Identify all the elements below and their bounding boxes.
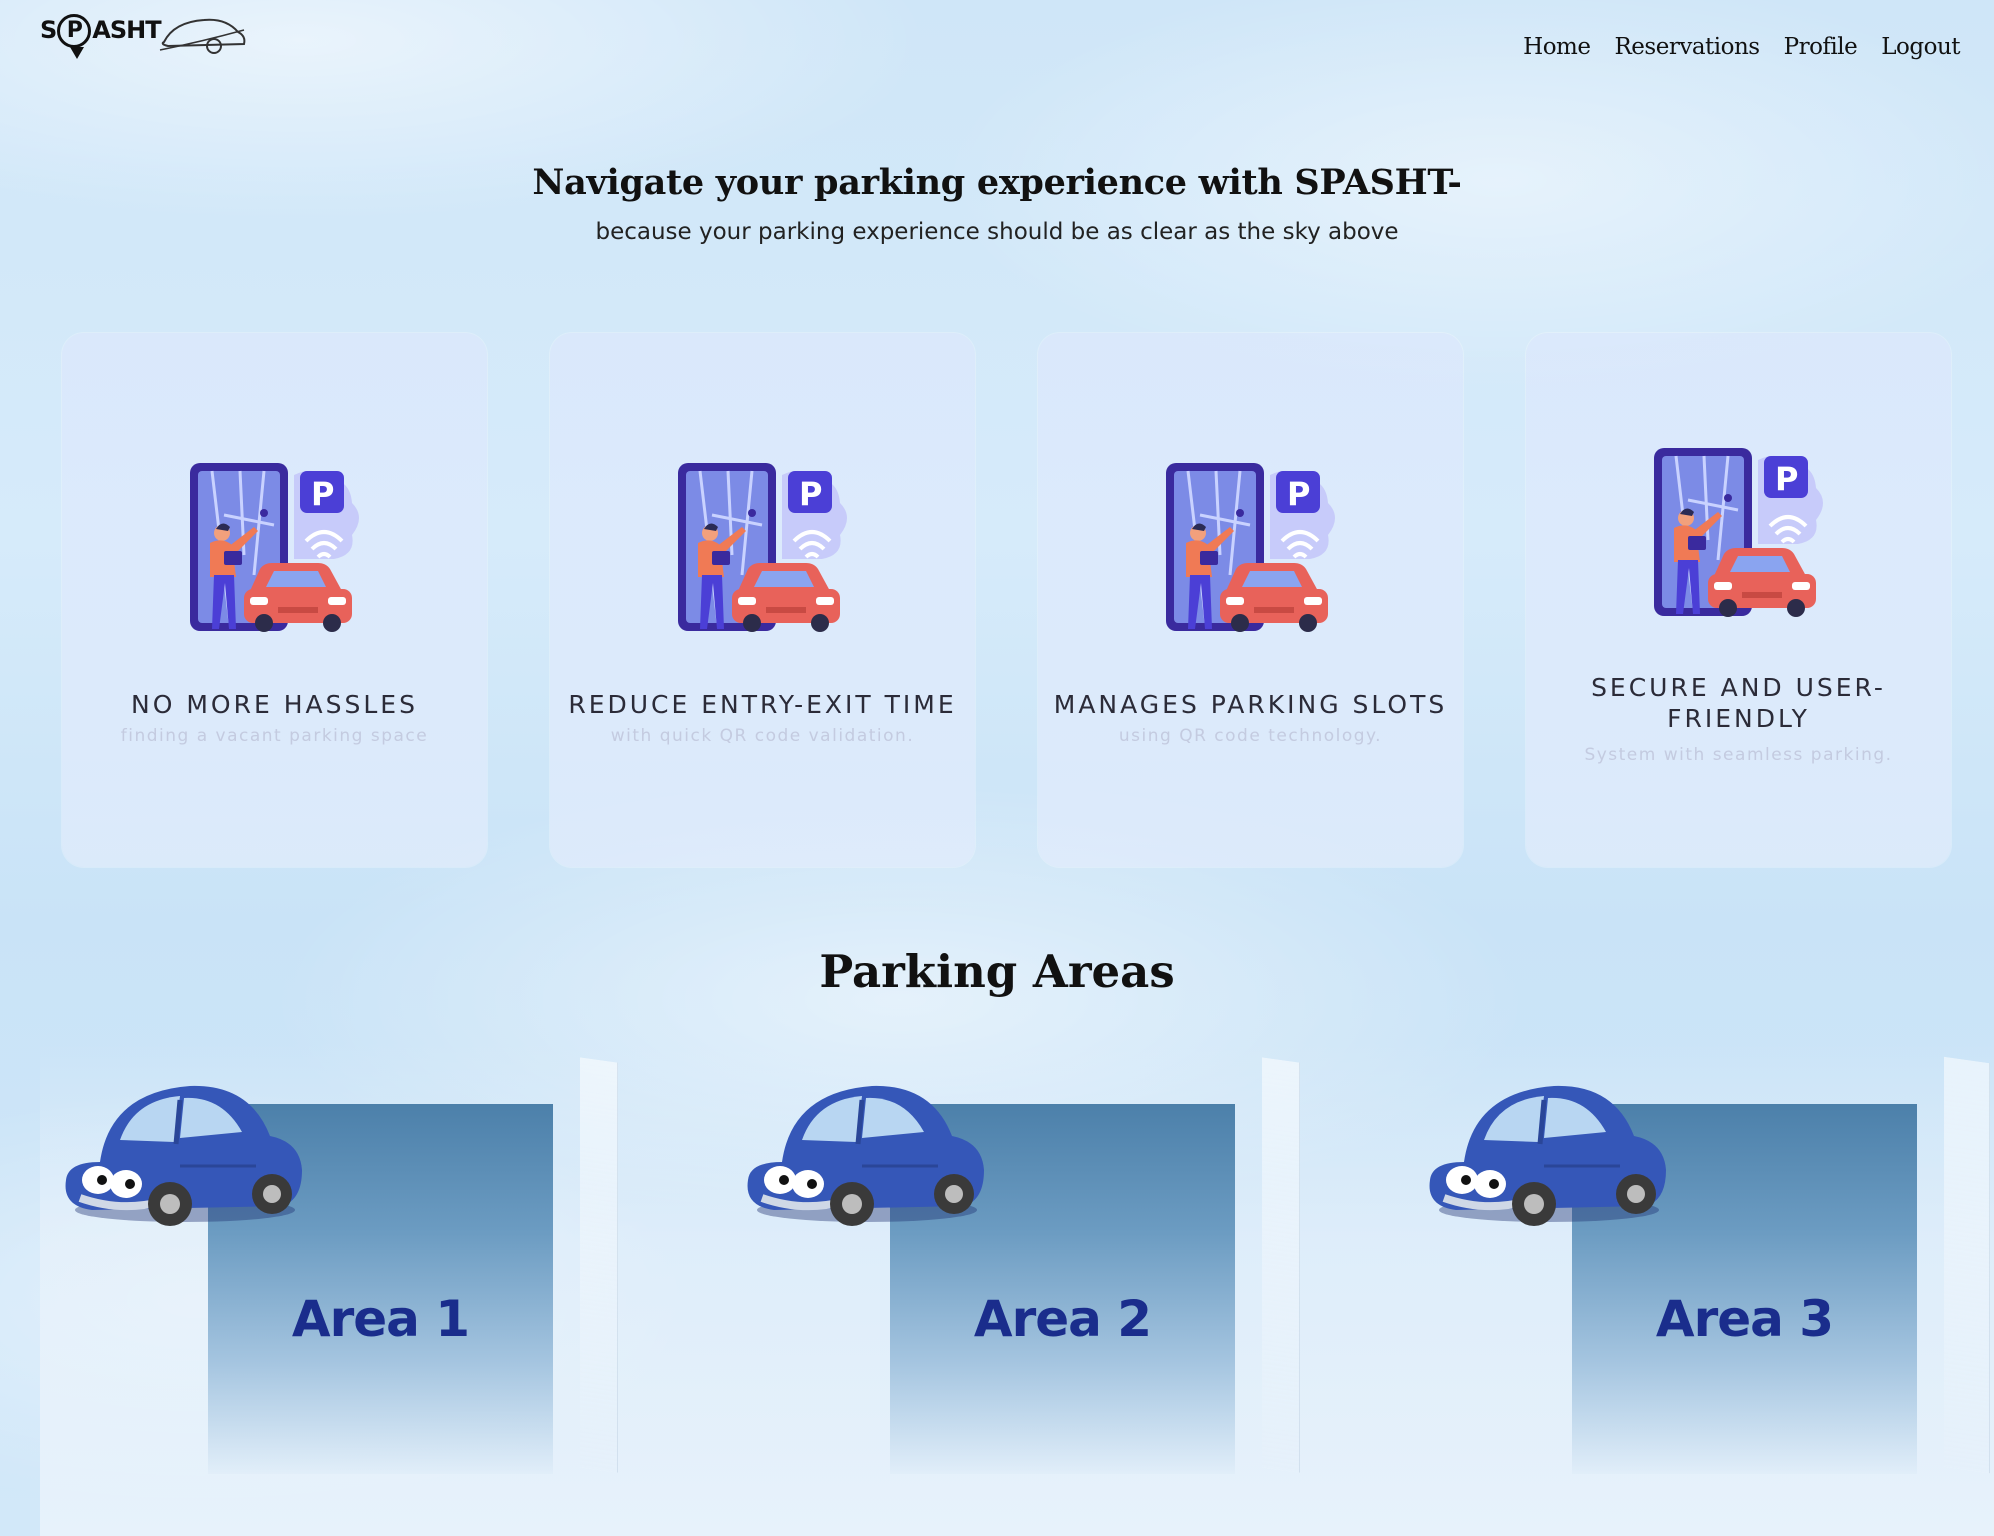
nav-home-link[interactable]: Home [1523, 34, 1591, 60]
feature-card-no-more-hassles: NO MORE HASSLES finding a vacant parking… [62, 333, 487, 867]
parking-areas-title: Parking Areas [819, 945, 1175, 998]
parking-area-card-2[interactable]: Area 2 [742, 1070, 1235, 1474]
hero-title: Navigate your parking experience with SP… [532, 162, 1462, 203]
area-label: Area 1 [291, 1290, 470, 1348]
smart-parking-illustration-icon [1648, 440, 1828, 620]
feature-description: with quick QR code validation. [610, 726, 915, 746]
logo-car-icon [159, 18, 246, 54]
brand-logo[interactable]: S P ASHT [40, 6, 250, 62]
nav-profile-link[interactable]: Profile [1784, 34, 1858, 60]
feature-description: finding a vacant parking space [120, 726, 429, 746]
blue-car-icon [1424, 1070, 1674, 1230]
parking-area-card-3[interactable]: Area 3 [1424, 1070, 1917, 1474]
brand-letter-p: P [66, 18, 83, 43]
smart-parking-illustration-icon [184, 455, 364, 635]
blue-car-icon [60, 1070, 310, 1230]
smart-parking-illustration-icon [672, 455, 852, 635]
brand-wordmark: S P ASHT [40, 14, 162, 59]
feature-title: NO MORE HASSLES [131, 690, 418, 719]
feature-card-manages-parking-slots: MANAGES PARKING SLOTS using QR code tech… [1038, 333, 1463, 867]
feature-description: System with seamless parking. [1584, 745, 1893, 765]
feature-title: REDUCE ENTRY-EXIT TIME [568, 690, 957, 719]
smart-parking-illustration-icon [1160, 455, 1340, 635]
area-label: Area 3 [1655, 1290, 1834, 1348]
parking-area-card-1[interactable]: Area 1 [60, 1070, 553, 1474]
parking-pin-icon: P [57, 14, 92, 59]
carousel-ghost-card [1262, 1057, 1300, 1473]
carousel-ghost-card [1944, 1056, 1990, 1474]
nav-reservations-link[interactable]: Reservations [1614, 34, 1760, 60]
brand-letters-rest: ASHT [92, 16, 161, 44]
brand-letter-s: S [40, 16, 57, 44]
hero-subtitle: because your parking experience should b… [595, 219, 1399, 245]
feature-card-secure-user-friendly: SECURE AND USER-FRIENDLY System with sea… [1526, 333, 1951, 867]
feature-title: SECURE AND USER-FRIENDLY [1591, 673, 1886, 733]
feature-cards: NO MORE HASSLES finding a vacant parking… [62, 333, 1952, 867]
area-label: Area 2 [973, 1290, 1152, 1348]
carousel-ghost-card [580, 1057, 618, 1473]
feature-description: using QR code technology. [1118, 726, 1383, 746]
feature-title: MANAGES PARKING SLOTS [1053, 690, 1448, 719]
main-nav: Home Reservations Profile Logout [1523, 34, 1960, 60]
feature-card-reduce-entry-exit-time: REDUCE ENTRY-EXIT TIME with quick QR cod… [550, 333, 975, 867]
nav-logout-link[interactable]: Logout [1881, 34, 1960, 60]
blue-car-icon [742, 1070, 992, 1230]
